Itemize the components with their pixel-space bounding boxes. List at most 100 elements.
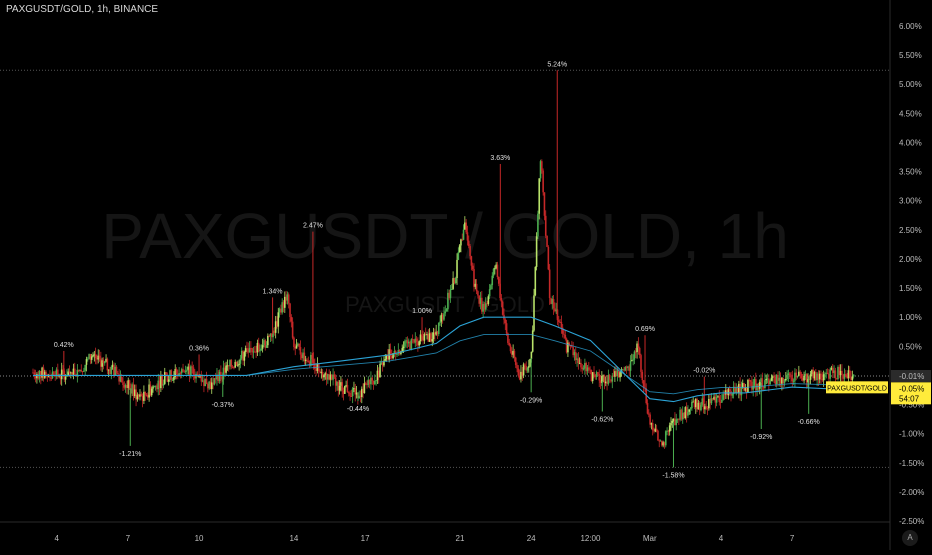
ma-value-text: -0.01% — [899, 372, 924, 381]
candle-body — [182, 369, 184, 372]
candle-body — [128, 380, 131, 389]
candle-body — [192, 367, 195, 375]
candle-body — [457, 252, 460, 260]
candle-body — [374, 380, 376, 385]
candle-body — [171, 379, 174, 381]
candle-body — [689, 408, 692, 410]
candle-body — [752, 385, 754, 390]
candle-body — [466, 232, 469, 241]
candle-body — [632, 359, 634, 361]
candle-body — [770, 377, 773, 381]
candle-body — [670, 422, 672, 426]
candle-body — [225, 365, 227, 373]
auto-scale-button[interactable]: A — [902, 530, 918, 546]
candle-body — [721, 399, 723, 403]
candle-body — [548, 269, 551, 299]
candle-body — [98, 355, 101, 359]
candle-body — [535, 236, 538, 267]
candle-body — [306, 359, 308, 361]
candle-body — [508, 342, 511, 346]
y-tick-label: 5.50% — [899, 51, 922, 60]
candle-body — [90, 356, 93, 360]
candle-body — [629, 360, 632, 371]
candle-body — [84, 364, 86, 371]
candle-body — [444, 311, 447, 314]
candle-body — [80, 369, 83, 372]
candle-body — [841, 370, 843, 375]
candle-body — [259, 350, 261, 352]
candle-body — [651, 423, 654, 431]
candle-body — [642, 380, 645, 388]
x-tick-label: 21 — [456, 534, 465, 543]
extreme-label: 0.36% — [189, 345, 209, 352]
candle-body — [323, 375, 325, 378]
extreme-label: -0.02% — [693, 368, 715, 375]
y-tick-label: 2.00% — [899, 255, 922, 264]
candle-body — [230, 359, 233, 367]
candle-body — [769, 380, 771, 385]
candle-body — [173, 376, 175, 380]
price-value-text: -0.05% — [899, 384, 924, 393]
candle-body — [186, 369, 188, 371]
candle-body — [341, 382, 344, 391]
candle-body — [829, 369, 831, 379]
candle-body — [410, 339, 413, 350]
candle-body — [401, 348, 404, 352]
countdown-text: 54:07 — [899, 394, 920, 403]
candle-body — [239, 358, 242, 364]
candle-body — [587, 367, 590, 370]
candle-body — [333, 374, 336, 378]
candle-body — [728, 389, 731, 391]
candle-body — [257, 342, 260, 352]
candle-body — [700, 404, 702, 411]
candle-body — [494, 268, 496, 270]
candle-body — [688, 409, 691, 412]
candle-body — [527, 366, 530, 368]
extreme-label: 0.42% — [54, 342, 74, 349]
candle-body — [60, 369, 63, 380]
y-tick-label: 6.00% — [899, 22, 922, 31]
candle-body — [526, 367, 529, 371]
candle-body — [655, 428, 658, 431]
extreme-label: -0.66% — [798, 419, 820, 426]
candle-body — [175, 368, 178, 374]
candle-body — [237, 364, 239, 366]
x-tick-label: 7 — [790, 534, 795, 543]
candle-body — [731, 394, 734, 396]
candle-body — [564, 334, 567, 339]
candle-body — [443, 313, 445, 320]
candle-body — [120, 376, 123, 383]
candle-body — [530, 351, 533, 359]
x-tick-label: 12:00 — [580, 534, 601, 543]
candle-body — [379, 363, 381, 378]
candle-body — [140, 394, 143, 396]
candle-body — [706, 408, 709, 410]
y-tick-label: 0.50% — [899, 342, 922, 351]
moving-average-line-slow — [33, 334, 854, 395]
y-tick-label: 1.00% — [899, 313, 922, 322]
candle-body — [557, 320, 560, 322]
candlestick-chart[interactable]: PAXGUSDT / GOLD, 1hPAXGUSDT / GOLD6.00%5… — [0, 0, 932, 550]
candle-body — [205, 378, 208, 385]
extreme-label: 3.63% — [490, 155, 510, 162]
candle-body — [49, 376, 51, 378]
candle-body — [619, 372, 621, 378]
x-tick-label: 10 — [195, 534, 204, 543]
candle-body — [475, 283, 478, 292]
candle-body — [115, 366, 118, 374]
candle-body — [501, 301, 504, 315]
candle-body — [705, 406, 708, 409]
candle-body — [796, 375, 799, 378]
candle-body — [150, 388, 153, 396]
extreme-label: 2.47% — [303, 223, 323, 230]
candle-body — [291, 321, 294, 338]
candle-body — [449, 289, 452, 299]
candle-body — [375, 380, 377, 382]
chart-pane[interactable]: PAXGUSDT / GOLD, 1h PAXGUSDT / GOLD 6.00% 5… — [0, 0, 932, 550]
candle-body — [517, 368, 520, 376]
extreme-label: -0.92% — [750, 434, 772, 441]
candle-body — [715, 397, 718, 403]
candle-body — [633, 351, 636, 360]
candle-body — [582, 368, 585, 370]
candle-body — [597, 372, 599, 375]
